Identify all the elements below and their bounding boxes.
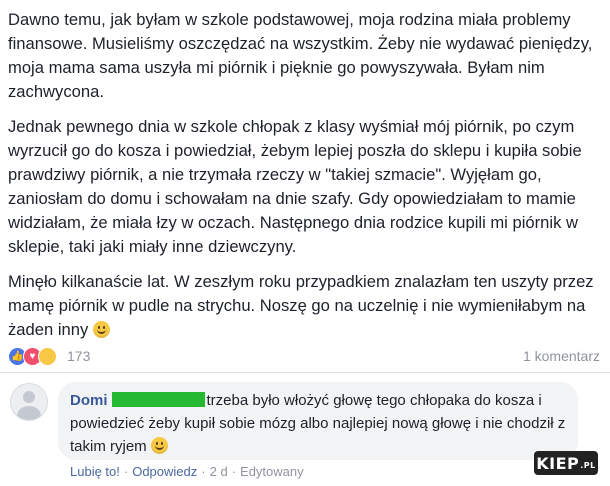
avatar[interactable] [10, 383, 48, 421]
reply-button[interactable]: Odpowiedz [132, 464, 197, 479]
reactions-bar: 👍 ♥ 173 1 komentarz [8, 344, 604, 368]
post-body: Dawno temu, jak byłam w szkole podstawow… [8, 8, 604, 353]
post-paragraph: Jednak pewnego dnia w szkole chłopak z k… [8, 117, 582, 256]
smile-emoji-icon [92, 321, 110, 338]
site-logo: KIEP .PL [534, 451, 598, 475]
redaction-bar [111, 392, 205, 407]
post-paragraph: Dawno temu, jak byłam w szkole podstawow… [8, 10, 593, 101]
sad-icon [38, 346, 57, 366]
comment-age[interactable]: 2 d [210, 464, 228, 479]
reaction-icons[interactable]: 👍 ♥ [8, 346, 65, 366]
reaction-count[interactable]: 173 [67, 348, 90, 364]
like-comment-button[interactable]: Lubię to! [70, 464, 120, 479]
comment-author[interactable]: Domi [70, 392, 108, 409]
comment-actions: Lubię to! · Odpowiedz · 2 d · Edytowany [70, 464, 304, 479]
smile-emoji-icon [150, 437, 168, 454]
comment-bubble: Domi trzeba było włożyć głowę tego chłopa… [58, 382, 578, 460]
comment-count-link[interactable]: 1 komentarz [523, 348, 600, 364]
post-paragraph: Minęło kilkanaście lat. W zeszłym roku p… [8, 272, 594, 339]
divider [0, 372, 610, 373]
edited-label[interactable]: Edytowany [240, 464, 304, 479]
